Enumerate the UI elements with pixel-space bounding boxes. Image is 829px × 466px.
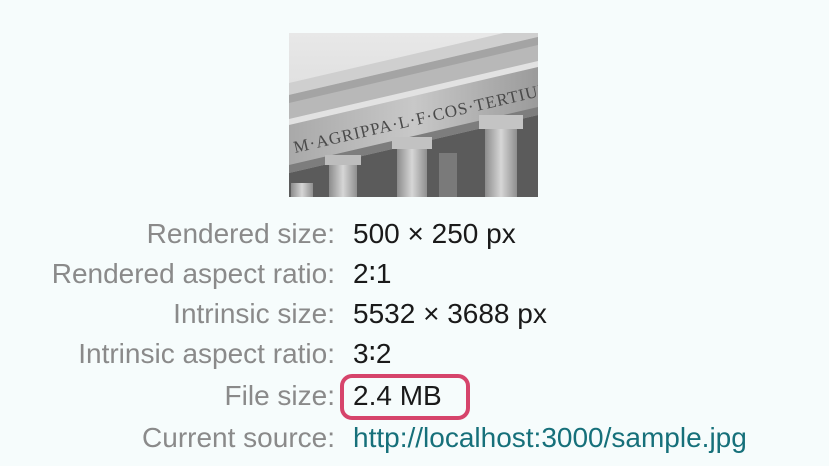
intrinsic-aspect-ratio-value: 3∶2	[353, 338, 392, 369]
current-source-label: Current source:	[142, 422, 335, 453]
rendered-aspect-ratio-value: 2∶1	[353, 258, 392, 289]
info-row-rendered-size: Rendered size: 500 × 250 px	[0, 214, 829, 254]
intrinsic-size-label: Intrinsic size:	[173, 298, 335, 329]
file-size-label: File size:	[224, 380, 335, 411]
rendered-size-value: 500 × 250 px	[353, 218, 516, 249]
info-row-intrinsic-aspect-ratio: Intrinsic aspect ratio: 3∶2	[0, 334, 829, 374]
rendered-size-label: Rendered size:	[146, 218, 335, 249]
image-preview: M·AGRIPPA·L·F·COS·TERTIUM	[289, 33, 538, 197]
intrinsic-aspect-ratio-label: Intrinsic aspect ratio:	[78, 338, 335, 369]
file-size-highlight-box	[340, 374, 470, 420]
intrinsic-size-value: 5532 × 3688 px	[353, 298, 547, 329]
current-source-link[interactable]: http://localhost:3000/sample.jpg	[353, 418, 747, 458]
rendered-aspect-ratio-label: Rendered aspect ratio:	[51, 258, 335, 289]
pantheon-photo: M·AGRIPPA·L·F·COS·TERTIUM	[289, 33, 538, 197]
info-row-rendered-aspect-ratio: Rendered aspect ratio: 2∶1	[0, 254, 829, 294]
info-row-intrinsic-size: Intrinsic size: 5532 × 3688 px	[0, 294, 829, 334]
info-row-current-source: Current source: http://localhost:3000/sa…	[0, 418, 829, 458]
